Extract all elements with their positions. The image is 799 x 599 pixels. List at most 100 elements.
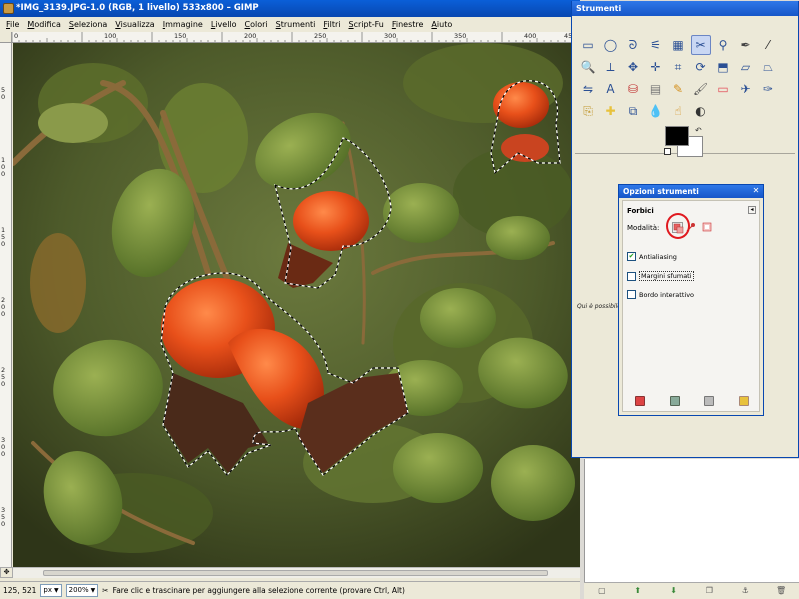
tool-scissors-select[interactable]: ✂ — [690, 35, 711, 55]
menu-script-fu[interactable]: Script-Fu — [346, 20, 389, 29]
antialiasing-checkbox[interactable]: ✔ — [627, 252, 636, 261]
status-bar: 125, 521 px ▼ 200% ▼ ✂ Fare clic e trasc… — [0, 581, 580, 599]
toolbox-titlebar[interactable]: Strumenti — [572, 1, 798, 16]
tool-scale[interactable]: ⬒ — [713, 57, 733, 77]
zoom-select[interactable]: 200% ▼ — [65, 584, 99, 597]
tool-bucket-fill[interactable]: ⛁ — [623, 79, 643, 99]
tool-lasso-select[interactable]: ᘐ — [623, 35, 643, 55]
anchor-icon[interactable]: ⚓ — [740, 586, 750, 596]
tool-measure[interactable]: ⟂ — [601, 57, 621, 77]
ruler-corner[interactable] — [0, 32, 12, 43]
menu-visualizza[interactable]: Visualizza — [112, 20, 159, 29]
reset-colors-icon[interactable] — [664, 148, 671, 155]
tool-flip[interactable]: ⇋ — [578, 79, 598, 99]
swap-colors-icon[interactable]: ↶ — [695, 126, 702, 135]
foreground-select-icon: ⚲ — [718, 38, 728, 52]
feather-checkbox[interactable] — [627, 271, 636, 281]
menu-modifica[interactable]: Modifica — [24, 20, 65, 29]
heal-icon: ✚ — [605, 104, 616, 118]
tool-dodge-burn[interactable]: ◐ — [691, 101, 711, 121]
mode-subtract-button[interactable] — [702, 222, 713, 233]
tool-ink[interactable]: ✑ — [758, 79, 778, 99]
gimp-app-icon — [3, 3, 14, 14]
duplicate-icon[interactable]: ❐ — [704, 586, 714, 596]
menu-file[interactable]: File — [3, 20, 24, 29]
tool-color-picker[interactable]: ⁄ — [758, 35, 778, 55]
tool-foreground-select[interactable]: ⚲ — [713, 35, 733, 55]
arrow-up-icon[interactable]: ⬆ — [633, 586, 643, 596]
tool-crop[interactable]: ⌗ — [668, 57, 688, 77]
horizontal-scrollbar[interactable] — [13, 567, 580, 578]
image-canvas[interactable] — [13, 43, 580, 567]
menu-immagine[interactable]: Immagine — [160, 20, 208, 29]
unit-select[interactable]: px ▼ — [40, 584, 62, 597]
flip-icon: ⇋ — [582, 82, 594, 96]
tool-text[interactable]: A — [601, 79, 621, 99]
delete-options-icon[interactable] — [704, 396, 715, 406]
tool-smudge[interactable]: ☝ — [668, 101, 688, 121]
antialiasing-checkbox-row[interactable]: ✔ Antialiasing — [627, 252, 677, 261]
feather-checkbox-row[interactable]: Margini sfumati — [627, 271, 694, 281]
tool-perspective[interactable]: ⏢ — [758, 57, 778, 77]
menu-finestre[interactable]: Finestre — [389, 20, 429, 29]
tool-blur[interactable]: 💧 — [646, 101, 666, 121]
smudge-icon: ☝ — [674, 104, 682, 118]
tool-heal[interactable]: ✚ — [601, 101, 621, 121]
vertical-ruler[interactable]: 50 100 150 200 250 300 350 — [0, 43, 12, 567]
tool-move[interactable]: ✥ — [623, 57, 643, 77]
lasso-select-icon: ᘐ — [628, 37, 638, 52]
vruler-tick-label: 350 — [1, 506, 6, 528]
interactive-boundary-checkbox-row[interactable]: Bordo interattivo — [627, 290, 694, 299]
tool-perspective-clone[interactable]: ⧉ — [623, 101, 643, 121]
vruler-tick-label: 100 — [1, 156, 6, 178]
menu-colori[interactable]: Colori — [242, 20, 273, 29]
menu-filtri[interactable]: Filtri — [320, 20, 345, 29]
tool-eraser[interactable]: ▭ — [713, 79, 733, 99]
arrow-down-icon[interactable]: ⬇ — [669, 586, 679, 596]
tool-pencil[interactable]: ✎ — [668, 79, 688, 99]
tool-fuzzy-select[interactable]: ⚟ — [646, 35, 666, 55]
tool-zoom[interactable]: 🔍 — [578, 57, 598, 77]
status-message: Fare clic e trascinare per aggiungere al… — [112, 586, 405, 595]
tool-color-select[interactable]: ▦ — [668, 35, 688, 55]
image-window-titlebar[interactable]: *IMG_3139.JPG-1.0 (RGB, 1 livello) 533x8… — [0, 0, 580, 17]
tool-rect-select[interactable]: ▭ — [578, 35, 598, 55]
new-item-icon[interactable]: ▢ — [597, 586, 607, 596]
tool-paths[interactable]: ✒ — [736, 35, 756, 55]
trash-icon[interactable]: 🗑 — [776, 586, 786, 596]
horizontal-ruler[interactable]: 0 100 150 200 250 300 350 400 450 — [12, 32, 580, 43]
mode-label: Modalità: — [627, 224, 660, 232]
interactive-boundary-checkbox[interactable] — [627, 290, 636, 299]
tool-options-panel: Forbici ◂ Modalità: ✔ Antialiasing Margi… — [622, 200, 760, 412]
tool-paintbrush[interactable]: 🖌 — [691, 79, 711, 99]
tool-airbrush[interactable]: ✈ — [736, 79, 756, 99]
scissors-icon: ✂ — [102, 586, 109, 595]
menu-strumenti[interactable]: Strumenti — [273, 20, 321, 29]
close-icon[interactable]: ✕ — [751, 186, 761, 196]
save-options-icon[interactable] — [635, 396, 646, 406]
scrollbar-thumb[interactable] — [43, 570, 548, 576]
navigate-button[interactable]: ✥ — [0, 567, 13, 578]
ink-icon: ✑ — [762, 82, 774, 96]
foreground-color-swatch[interactable] — [665, 126, 689, 146]
tool-clone[interactable]: ⎘ — [578, 101, 598, 121]
restore-options-icon[interactable] — [669, 396, 680, 406]
tool-shear[interactable]: ▱ — [736, 57, 756, 77]
menu-seleziona[interactable]: Seleziona — [66, 20, 112, 29]
crop-icon: ⌗ — [674, 59, 682, 74]
tab-menu-icon[interactable]: ◂ — [748, 206, 756, 214]
pencil-icon: ✎ — [672, 82, 684, 96]
dock-button-bar: ▢ ⬆ ⬇ ❐ ⚓ 🗑 — [584, 582, 799, 599]
tool-options-titlebar[interactable]: Opzioni strumenti ✕ — [619, 185, 763, 198]
tool-options-title: Opzioni strumenti — [623, 187, 699, 196]
reset-options-icon[interactable] — [738, 396, 749, 406]
tool-blend[interactable]: ▤ — [646, 79, 666, 99]
image-window-title: *IMG_3139.JPG-1.0 (RGB, 1 livello) 533x8… — [16, 3, 259, 13]
tool-ellipse-select[interactable]: ◯ — [601, 35, 621, 55]
vruler-tick-label: 300 — [1, 436, 6, 458]
tool-align[interactable]: ✛ — [646, 57, 666, 77]
menu-aiuto[interactable]: Aiuto — [428, 20, 457, 29]
blend-icon: ▤ — [649, 82, 662, 96]
menu-livello[interactable]: Livello — [208, 20, 242, 29]
tool-rotate[interactable]: ⟳ — [691, 57, 711, 77]
